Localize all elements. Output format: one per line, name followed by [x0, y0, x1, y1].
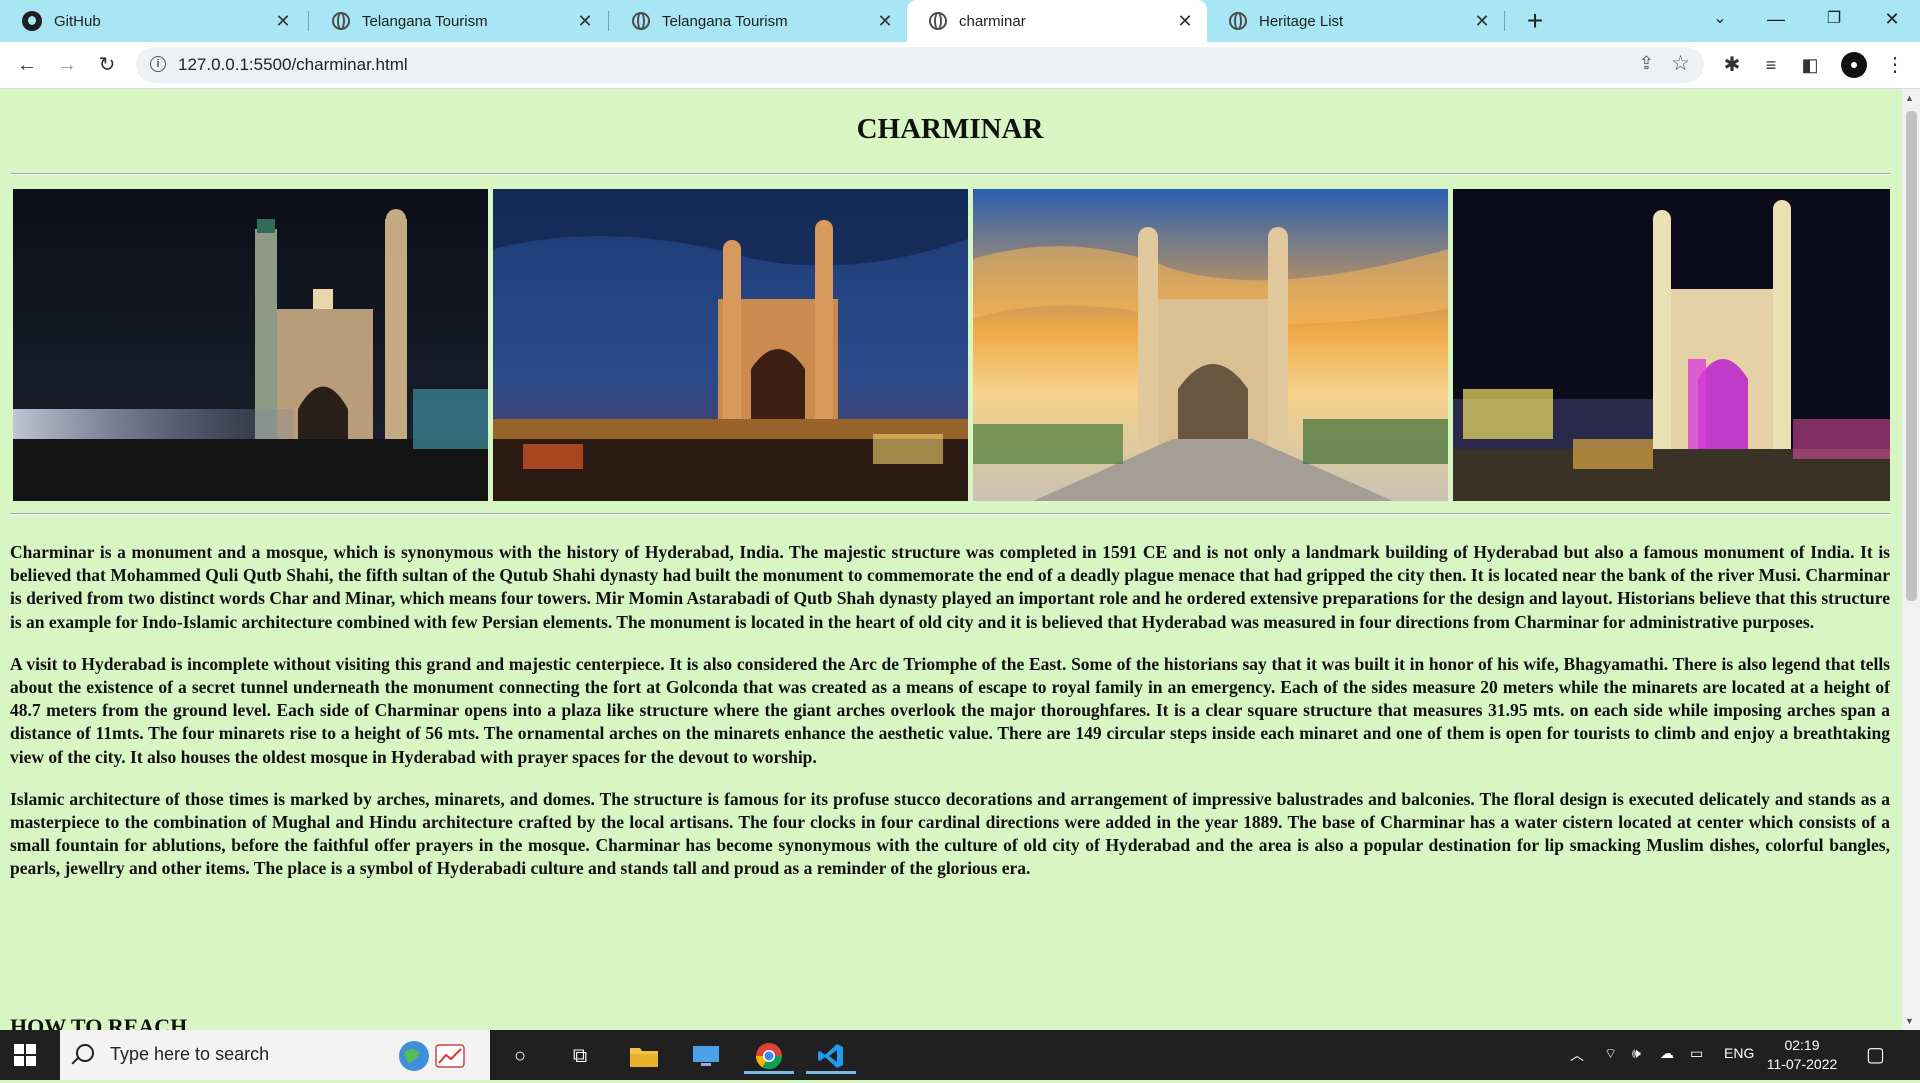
- article-paragraph-1: Charminar is a monument and a mosque, wh…: [10, 542, 1890, 632]
- input-language-indicator[interactable]: ENG: [1724, 1045, 1754, 1061]
- globe-icon: [929, 12, 947, 30]
- site-info-icon[interactable]: i: [150, 56, 166, 72]
- page-title: CHARMINAR: [856, 113, 1044, 145]
- tab-separator: [1504, 11, 1505, 31]
- share-icon[interactable]: ⇪: [1639, 53, 1654, 74]
- search-placeholder: Type here to search: [110, 1044, 270, 1064]
- globe-icon: [1229, 12, 1247, 30]
- task-view-icon[interactable]: ⧉: [558, 1038, 602, 1074]
- tab-search-chevron-icon[interactable]: ⌄: [1690, 0, 1750, 40]
- taskbar-search-box[interactable]: Type here to search: [60, 1030, 490, 1080]
- onedrive-cloud-icon[interactable]: ☁: [1660, 1045, 1674, 1062]
- tab-separator: [308, 11, 309, 31]
- close-icon[interactable]: ✕: [273, 11, 293, 32]
- window-close-button[interactable]: ✕: [1862, 0, 1920, 40]
- tab-separator: [608, 11, 609, 31]
- search-highlights-icon[interactable]: [398, 1039, 468, 1073]
- tab-heritage-list[interactable]: Heritage List ✕: [1207, 0, 1504, 42]
- close-icon[interactable]: ✕: [1472, 11, 1492, 32]
- clock-time: 02:19: [1784, 1037, 1820, 1053]
- extensions-puzzle-icon[interactable]: ✱: [1717, 50, 1747, 80]
- scroll-down-arrow-icon[interactable]: ▼: [1905, 1016, 1914, 1026]
- globe-icon: [332, 12, 350, 30]
- vscode-icon[interactable]: [806, 1038, 856, 1074]
- gallery-image-1: [13, 189, 488, 501]
- address-bar[interactable]: i 127.0.0.1:5500/charminar.html ⇪ ☆: [136, 47, 1704, 83]
- article-body: Charminar is a monument and a mosque, wh…: [10, 541, 1890, 900]
- article-paragraph-3: Islamic architecture of those times is m…: [10, 788, 1890, 879]
- github-icon: [22, 11, 42, 31]
- tab-charminar[interactable]: charminar ✕: [907, 0, 1207, 42]
- close-icon[interactable]: ✕: [875, 11, 895, 32]
- article-paragraph-2: A visit to Hyderabad is incomplete witho…: [10, 653, 1890, 767]
- scroll-up-arrow-icon[interactable]: ▲: [1905, 93, 1914, 103]
- network-icon[interactable]: ⌔: [1604, 1045, 1617, 1063]
- menu-kebab-icon[interactable]: ⋮: [1880, 50, 1910, 80]
- taskbar: Type here to search ○ ⧉ ︿ ⌔ 🕪 ☁ ▭ ENG 02…: [0, 1030, 1920, 1080]
- tab-telangana-tourism-1[interactable]: Telangana Tourism ✕: [310, 0, 607, 42]
- tab-github[interactable]: GitHub ✕: [0, 0, 305, 42]
- restore-button[interactable]: ❐: [1804, 0, 1864, 40]
- gallery-image-2: [493, 189, 968, 501]
- divider: [10, 513, 1890, 515]
- notification-center-icon[interactable]: ▢: [1866, 1042, 1885, 1067]
- close-icon[interactable]: ✕: [1175, 11, 1195, 32]
- close-icon[interactable]: ✕: [575, 11, 595, 32]
- divider: [10, 173, 1890, 175]
- forward-button[interactable]: →: [52, 50, 82, 80]
- system-clock[interactable]: 02:19 11-07-2022: [1752, 1036, 1852, 1074]
- reload-button[interactable]: ↻: [92, 50, 122, 80]
- tab-title: Telangana Tourism: [362, 12, 488, 30]
- section-heading-how-to-reach: HOW TO REACH: [10, 1014, 188, 1030]
- minimize-button[interactable]: —: [1746, 0, 1806, 40]
- profile-avatar[interactable]: [1841, 52, 1867, 78]
- bookmark-star-icon[interactable]: ☆: [1671, 51, 1690, 76]
- gallery-image-4: [1453, 189, 1890, 501]
- back-button[interactable]: ←: [12, 50, 42, 80]
- tab-title: GitHub: [54, 12, 101, 30]
- windows-start-icon[interactable]: [14, 1044, 36, 1066]
- tab-title: Heritage List: [1259, 12, 1344, 30]
- new-tab-button[interactable]: +: [1520, 6, 1550, 36]
- tab-title: charminar: [959, 12, 1026, 30]
- media-control-icon[interactable]: ≡: [1756, 50, 1786, 80]
- tab-title: Telangana Tourism: [662, 12, 788, 30]
- chrome-icon[interactable]: [744, 1038, 794, 1074]
- tab-telangana-tourism-2[interactable]: Telangana Tourism ✕: [610, 0, 907, 42]
- globe-icon: [632, 12, 650, 30]
- search-icon: [76, 1044, 94, 1062]
- scrollbar-thumb[interactable]: [1906, 111, 1917, 601]
- battery-icon[interactable]: ▭: [1690, 1045, 1703, 1062]
- tab-strip: GitHub ✕ Telangana Tourism ✕ Telangana T…: [0, 0, 1920, 42]
- side-panel-icon[interactable]: ◧: [1795, 50, 1825, 80]
- file-explorer-icon[interactable]: [622, 1038, 666, 1074]
- clock-date: 11-07-2022: [1766, 1056, 1838, 1072]
- url-text[interactable]: 127.0.0.1:5500/charminar.html: [178, 55, 408, 75]
- page-scrollbar[interactable]: ▲ ▼: [1902, 89, 1920, 1030]
- browser-toolbar: ← → ↻ i 127.0.0.1:5500/charminar.html ⇪ …: [0, 42, 1920, 89]
- volume-icon[interactable]: 🕪: [1632, 1045, 1641, 1062]
- cortana-circle-icon[interactable]: ○: [498, 1038, 542, 1074]
- show-hidden-icons-chevron-icon[interactable]: ︿: [1570, 1045, 1584, 1065]
- gallery-image-3: [973, 189, 1448, 501]
- desktop-app-icon[interactable]: [684, 1038, 728, 1074]
- page-viewport: CHARMINAR Charminar is a monument and a …: [0, 89, 1902, 1030]
